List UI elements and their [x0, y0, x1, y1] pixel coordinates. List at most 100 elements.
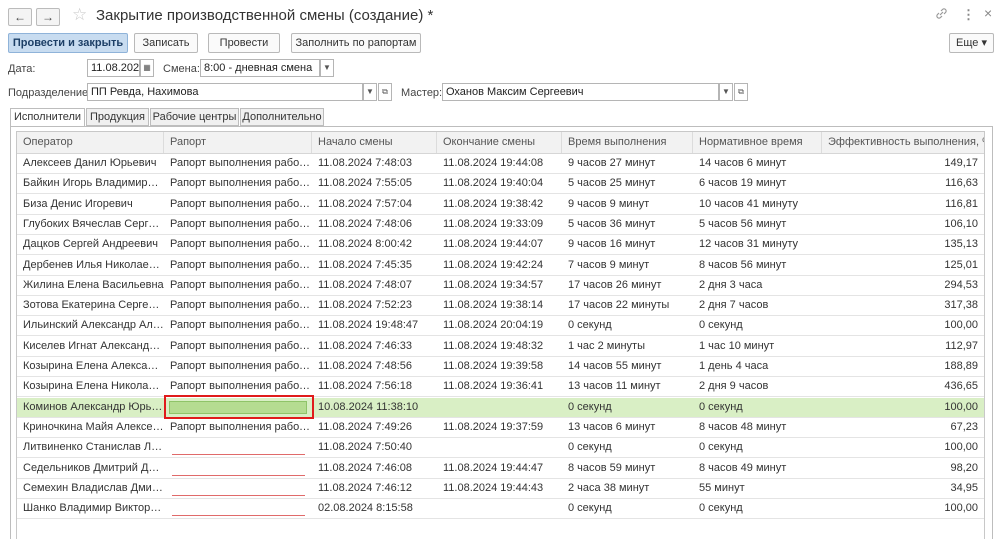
tab-performers[interactable]: Исполнители	[10, 108, 85, 127]
cell-end: 11.08.2024 19:48:32	[443, 339, 544, 352]
post-and-close-button[interactable]: Провести и закрыть	[8, 33, 128, 53]
table-row[interactable]: Жилина Елена Васильевна Рапорт выполнения…	[17, 276, 984, 296]
cell-end	[437, 438, 562, 457]
cell-op: Козырина Елена Николаевна	[23, 380, 164, 393]
master-field[interactable]: Оханов Максим Сергеевич	[442, 83, 719, 101]
shift-select[interactable]: 8:00 - дневная смена	[200, 59, 320, 77]
table-row[interactable]: Зотова Екатерина Сергеев... Рапорт выполн…	[17, 296, 984, 317]
cell-rep: Рапорт выполнения работ ...	[170, 157, 312, 169]
table-row[interactable]: Дацков Сергей Андреевич Рапорт выполнения…	[17, 235, 984, 256]
table-row[interactable]: Алексеев Данил Юрьевич Рапорт выполнения …	[17, 154, 984, 174]
cell-dur: 17 часов 26 минут	[568, 278, 662, 291]
cell-eff: 436,65	[944, 380, 978, 393]
cell-end: 11.08.2024 19:33:09	[443, 217, 544, 230]
back-button[interactable]: ←	[8, 8, 32, 26]
chevron-down-icon[interactable]: ▼	[320, 59, 334, 77]
more-button[interactable]: Еще ▾	[949, 33, 994, 53]
table-row[interactable]: Козырина Елена Александ... Рапорт выполне…	[17, 357, 984, 377]
column-header[interactable]: Время выполнения	[562, 132, 693, 153]
shift-label: Смена:	[163, 63, 200, 75]
close-icon[interactable]: ×	[984, 5, 992, 21]
fill-by-reports-button[interactable]: Заполнить по рапортам	[291, 33, 421, 53]
cell-norm: 0 секунд	[699, 502, 743, 515]
cell-end: 11.08.2024 19:37:59	[443, 420, 544, 433]
table-row[interactable]: Криночкина Майя Алексее... Рапорт выполне…	[17, 418, 984, 438]
table-row[interactable]: Седельников Дмитрий Дм... 11.08.2024 7:46…	[17, 459, 984, 479]
cell-norm: 2 дня 7 часов	[699, 299, 769, 312]
column-header[interactable]: Оператор	[17, 132, 164, 153]
cell-op: Литвиненко Станислав Ле...	[23, 441, 164, 454]
master-label: Мастер:	[401, 87, 443, 99]
table-row[interactable]: Коминов Александр Юрье... 10.08.2024 11:3…	[17, 394, 984, 419]
cell-end	[437, 398, 562, 417]
column-header[interactable]: Нормативное время	[693, 132, 822, 153]
cell-eff: 34,95	[950, 481, 978, 494]
cell-eff: 98,20	[950, 461, 978, 474]
cell-norm: 14 часов 6 минут	[699, 157, 787, 169]
open-icon[interactable]: ⧉	[734, 83, 748, 101]
calendar-icon[interactable]: ▦	[140, 59, 154, 77]
column-header[interactable]: Окончание смены	[437, 132, 562, 153]
arrow-left-icon: ←	[14, 10, 26, 24]
cell-rep: Рапорт выполнения работ ...	[170, 380, 312, 393]
table-row[interactable]: Литвиненко Станислав Ле... 11.08.2024 7:5…	[17, 438, 984, 459]
date-label: Дата:	[8, 63, 36, 75]
cell-start: 10.08.2024 11:38:10	[318, 400, 419, 413]
cell-op: Жилина Елена Васильевна	[23, 278, 164, 291]
cell-rep: Рапорт выполнения работ ...	[170, 258, 312, 271]
table-row[interactable]: Киселев Игнат Александр... Рапорт выполне…	[17, 337, 984, 357]
chevron-down-icon[interactable]: ▼	[363, 83, 377, 101]
column-header[interactable]: Рапорт	[164, 132, 312, 153]
missing-report-marker	[172, 515, 305, 517]
cell-dur: 0 секунд	[568, 319, 612, 332]
cell-op: Седельников Дмитрий Дм...	[23, 461, 164, 474]
cell-eff: 188,89	[944, 360, 978, 372]
cell-dur: 9 часов 27 минут	[568, 157, 656, 169]
chevron-down-icon[interactable]: ▼	[719, 83, 733, 101]
column-header[interactable]: Начало смены	[312, 132, 437, 153]
table-header: Оператор Рапорт Начало смены Окончание с…	[17, 132, 984, 154]
division-field[interactable]: ПП Ревда, Нахимова	[87, 83, 363, 101]
date-field[interactable]: 11.08.2024	[87, 59, 140, 77]
cell-norm: 0 секунд	[699, 319, 743, 332]
table-row[interactable]: Шанко Владимир Викторо... 02.08.2024 8:15…	[17, 499, 984, 520]
cell-dur: 5 часов 25 минут	[568, 177, 656, 190]
cell-start: 11.08.2024 7:56:18	[318, 380, 412, 393]
tab-work-centers[interactable]: Рабочие центры	[150, 108, 239, 126]
table-row[interactable]: Биза Денис Игоревич Рапорт выполнения раб…	[17, 195, 984, 215]
cell-rep: Рапорт выполнения работ ...	[170, 238, 312, 251]
cell-eff: 67,23	[950, 420, 978, 433]
cell-start: 02.08.2024 8:15:58	[318, 502, 413, 515]
table-row[interactable]: Семехин Владислав Дмит... 11.08.2024 7:46…	[17, 479, 984, 499]
cell-dur: 9 часов 16 минут	[568, 238, 656, 251]
table-row[interactable]: Глубоких Вячеслав Сергее... Рапорт выполн…	[17, 215, 984, 235]
forward-button[interactable]: →	[36, 8, 60, 26]
cell-start: 11.08.2024 7:48:03	[318, 157, 412, 169]
cell-start: 11.08.2024 7:48:56	[318, 360, 412, 372]
cell-end: 11.08.2024 20:04:19	[443, 319, 544, 332]
link-icon[interactable]	[935, 7, 948, 23]
tab-products[interactable]: Продукция	[86, 108, 149, 126]
cell-end	[437, 499, 562, 518]
cell-dur: 14 часов 55 минут	[568, 360, 662, 372]
star-icon[interactable]: ☆	[72, 5, 87, 25]
highlight-box	[164, 394, 314, 419]
table-row[interactable]: Дербенев Илья Николаевич Рапорт выполнени…	[17, 256, 984, 276]
table-row[interactable]: Ильинский Александр Але... Рапорт выполне…	[17, 316, 984, 337]
table-row[interactable]: Козырина Елена Николаевна Рапорт выполнен…	[17, 377, 984, 398]
open-icon[interactable]: ⧉	[378, 83, 392, 101]
cell-rep: Рапорт выполнения работ ...	[170, 420, 312, 433]
cell-norm: 0 секунд	[699, 400, 743, 413]
tab-additional[interactable]: Дополнительно	[240, 108, 324, 126]
cell-eff: 100,00	[944, 502, 978, 515]
cell-op: Алексеев Данил Юрьевич	[23, 157, 157, 169]
cell-norm: 6 часов 19 минут	[699, 177, 787, 190]
cell-op: Коминов Александр Юрье...	[23, 400, 164, 413]
more-vertical-icon[interactable]: ⋮	[962, 7, 975, 23]
performers-table[interactable]: Оператор Рапорт Начало смены Окончание с…	[16, 131, 985, 539]
cell-end: 11.08.2024 19:38:14	[443, 299, 544, 312]
post-button[interactable]: Провести	[208, 33, 280, 53]
table-row[interactable]: Байкин Игорь Владимирович Рапорт выполнен…	[17, 174, 984, 195]
save-button[interactable]: Записать	[134, 33, 198, 53]
column-header[interactable]: Эффективность выполнения, %	[822, 132, 984, 153]
